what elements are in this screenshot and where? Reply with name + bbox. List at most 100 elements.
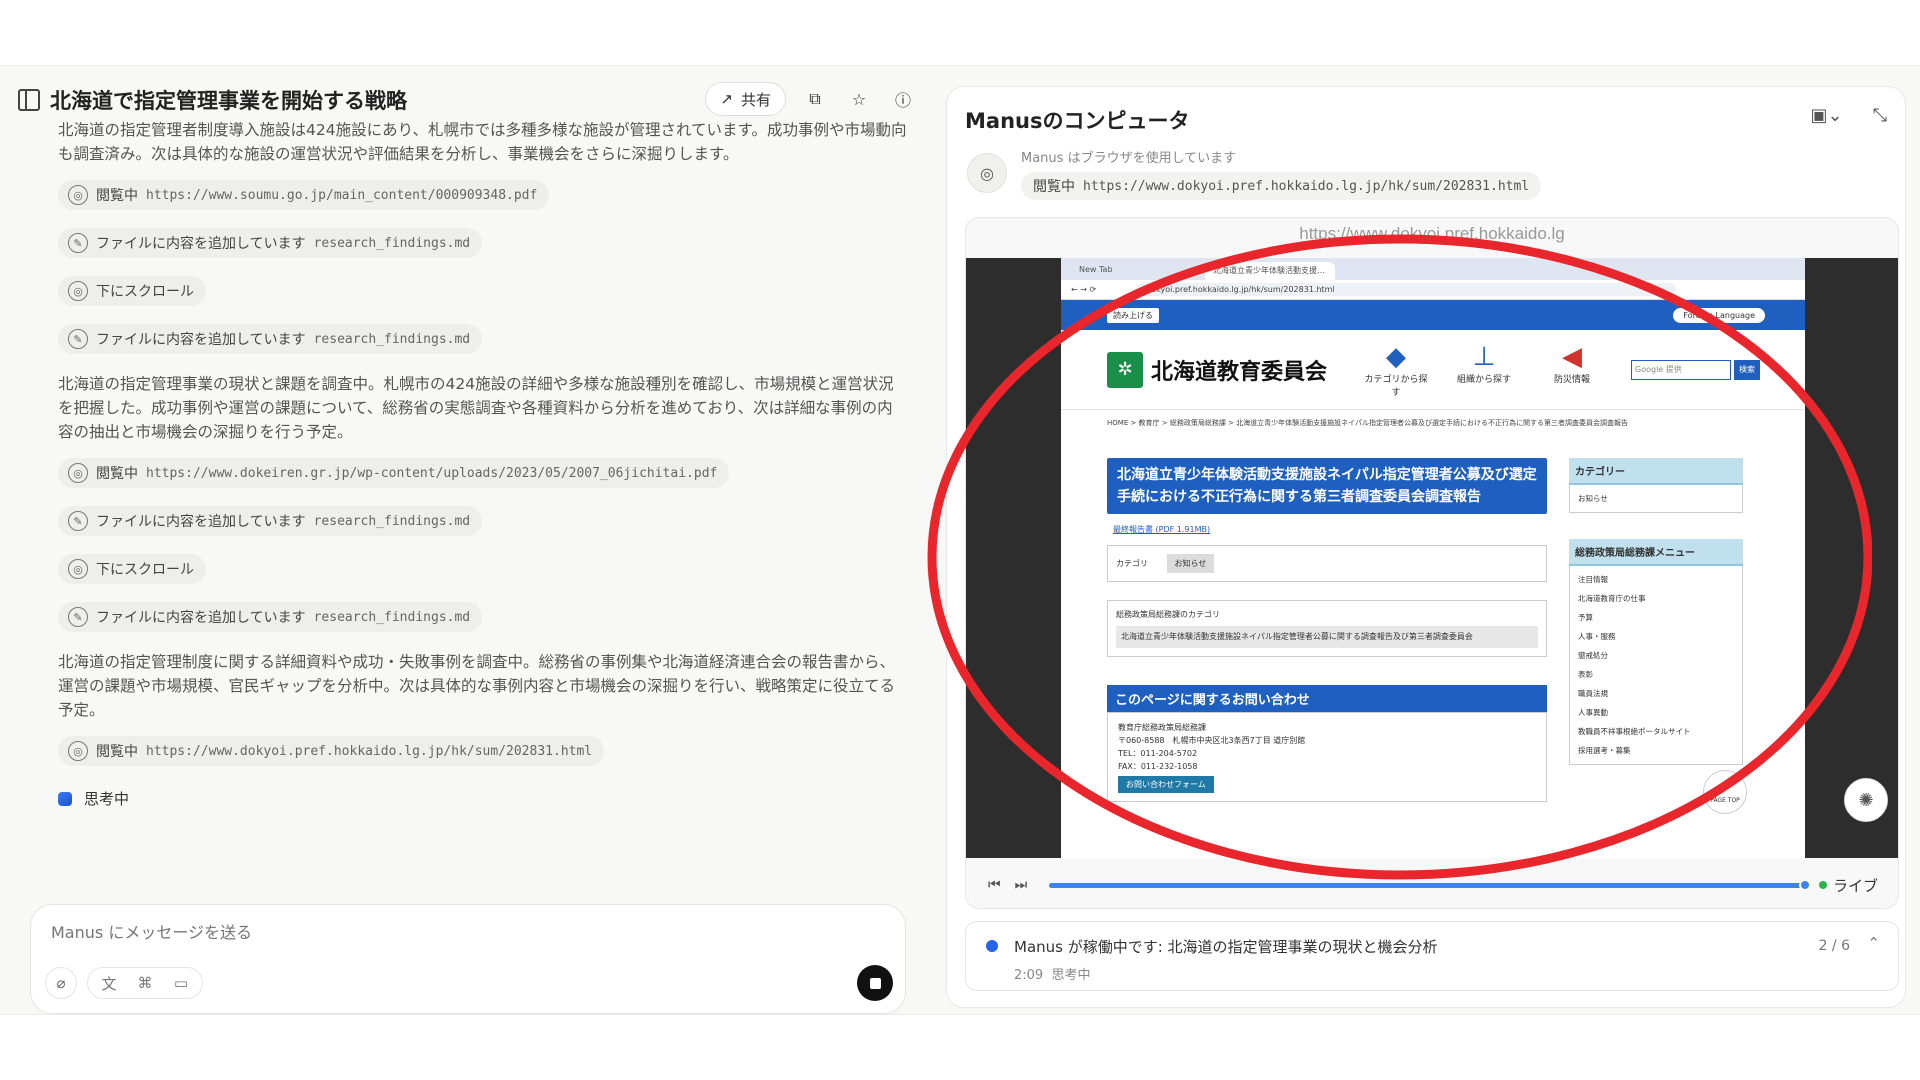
nav-arrows-icon[interactable]: ← → ⟳ xyxy=(1071,285,1096,294)
step-chip[interactable]: ✎ ファイルに内容を追加しています research_findings.md xyxy=(58,324,483,354)
side-menu-item[interactable]: 予算 xyxy=(1578,608,1734,627)
page-top-button[interactable]: PAGE TOP xyxy=(1703,770,1747,814)
site-main: 北海道立青少年体験活動支援施設ネイパル指定管理者公募及び選定手続における不正行為… xyxy=(1107,458,1547,802)
remote-screen: New Tab 北海道立青少年体験活動支援… ← → ⟳ dokyoi.pref… xyxy=(966,258,1898,858)
chat-panel: 北海道で指定管理事業を開始する戦略 ↗ 共有 ⧉ ☆ ⓘ 北海道の指定管理者制度… xyxy=(0,66,930,1016)
assistant-message: 北海道の指定管理者制度導入施設は424施設にあり、札幌市では多種多様な施設が管理… xyxy=(58,121,907,163)
step-chip[interactable]: ◎ 閲覧中 https://www.dokyoi.pref.hokkaido.lg.… xyxy=(58,736,605,766)
step-chip[interactable]: ✎ ファイルに内容を追加しています research_findings.md xyxy=(58,228,483,258)
side-menu-item[interactable]: 採用選考・募集 xyxy=(1578,741,1734,760)
read-aloud-button[interactable]: 読み上げる xyxy=(1107,307,1159,323)
nav-disaster[interactable]: ◀ 防災情報 xyxy=(1537,342,1607,398)
attach-icon[interactable]: ⌀ xyxy=(45,967,77,999)
collapse-icon[interactable]: ⤡ xyxy=(1873,105,1887,126)
monitor-icon[interactable]: ▣⌄ xyxy=(1811,105,1843,126)
side-category-list: お知らせ xyxy=(1569,485,1743,513)
site-sidebar: カテゴリー お知らせ 総務政策局総務課メニュー 注目情報 北海道教育庁の仕事 予… xyxy=(1569,458,1747,814)
sidebar-toggle-icon[interactable] xyxy=(18,89,40,111)
agent-activity: ◎ Manus はブラウザを使用しています 閲覧中 https://www.do… xyxy=(967,147,1542,200)
tool-group: 文 ⌘ ▭ xyxy=(87,967,203,999)
remote-browser: New Tab 北海道立青少年体験活動支援… ← → ⟳ dokyoi.pref… xyxy=(1061,258,1805,858)
header-actions: ↗ 共有 ⧉ ☆ ⓘ xyxy=(705,82,918,116)
edit-icon: ✎ xyxy=(68,329,88,349)
site-topbar: 読み上げる Foreign Language xyxy=(1061,300,1805,330)
hokkaido-logo-icon: ✲ xyxy=(1107,351,1143,388)
step-chip[interactable]: ✎ ファイルに内容を追加しています research_findings.md xyxy=(58,506,483,536)
star-icon[interactable]: ☆ xyxy=(844,84,874,114)
step-count: 2 / 6 xyxy=(1818,938,1850,954)
tab-active[interactable]: 北海道立青少年体験活動支援… xyxy=(1205,262,1335,280)
site-search-input[interactable]: Google 提供 xyxy=(1631,359,1732,380)
status-dot-icon xyxy=(986,940,998,952)
dept-category-item[interactable]: 北海道立青少年体験活動支援施設ネイパル指定管理者公募に関する調査報告及び第三者調… xyxy=(1116,626,1538,648)
contact-form-button[interactable]: お問い合わせフォーム xyxy=(1118,776,1214,793)
contact-info: 教育庁総務政策局総務課 〒060-8588 札幌市中央区北3条西7丁目 道庁別館… xyxy=(1107,712,1547,802)
side-menu-item[interactable]: 懲戒処分 xyxy=(1578,646,1734,665)
url-field[interactable]: dokyoi.pref.hokkaido.lg.jp/hk/sum/202831… xyxy=(1136,283,1677,296)
category-tag[interactable]: お知らせ xyxy=(1166,554,1215,573)
compass-icon: ◎ xyxy=(68,281,88,301)
site-search: Google 提供 検索 xyxy=(1631,359,1761,380)
app-window: 北海道で指定管理事業を開始する戦略 ↗ 共有 ⧉ ☆ ⓘ 北海道の指定管理者制度… xyxy=(0,65,1920,1015)
loading-icon[interactable]: ✺ xyxy=(1844,778,1888,822)
nav-organization[interactable]: ⊥ 組織から探す xyxy=(1449,342,1519,398)
foreign-language-button[interactable]: Foreign Language xyxy=(1673,307,1765,323)
skip-back-icon[interactable]: ⏮ xyxy=(988,877,1001,893)
side-category-title: カテゴリー xyxy=(1569,458,1743,485)
tab-new[interactable]: New Tab xyxy=(1071,262,1201,280)
chevron-up-icon[interactable]: ⌃ xyxy=(1867,934,1880,952)
pdf-link[interactable]: 最終報告書 (PDF 1.91MB) xyxy=(1113,524,1541,535)
status-text: Manus が稼働中です: 北海道の指定管理事業の現状と機会分析 xyxy=(1014,938,1438,956)
browser-viewer: https://www.dokyoi.pref.hokkaido.lg New … xyxy=(965,217,1899,909)
edit-icon: ✎ xyxy=(68,233,88,253)
apps-icon[interactable]: ⌘ xyxy=(130,974,160,992)
compass-icon: ◎ xyxy=(68,559,88,579)
chat-log: 北海道の指定管理者制度導入施設は424施設にあり、札幌市では多種多様な施設が管理… xyxy=(58,118,908,809)
side-menu-item[interactable]: 表彰 xyxy=(1578,665,1734,684)
site-nav: ◆ カテゴリから探す ⊥ 組織から探す ◀ 防災情報 xyxy=(1361,342,1607,398)
browse-chip[interactable]: 閲覧中 https://www.dokyoi.pref.hokkaido.lg.… xyxy=(1021,172,1542,200)
computer-title: Manusのコンピュータ xyxy=(965,109,1190,133)
playback-bar: ⏮ ⏭ ライブ xyxy=(966,862,1898,908)
megaphone-icon: ◀ xyxy=(1562,341,1583,372)
side-menu-item[interactable]: 人事異動 xyxy=(1578,703,1734,722)
copy-icon[interactable]: ⧉ xyxy=(800,84,830,114)
compass-icon: ◎ xyxy=(68,185,88,205)
side-menu-item[interactable]: 人事・服務 xyxy=(1578,627,1734,646)
compass-icon: ◎ xyxy=(68,463,88,483)
step-chip[interactable]: ◎ 閲覧中 https://www.dokeiren.gr.jp/wp-conten… xyxy=(58,458,730,488)
message-input[interactable] xyxy=(51,923,751,942)
slider-knob[interactable] xyxy=(1798,878,1811,891)
stop-icon xyxy=(869,977,881,989)
computer-actions: ▣⌄ ⤡ xyxy=(1811,105,1888,126)
live-dot-icon xyxy=(1818,881,1827,889)
site-name: 北海道教育委員会 xyxy=(1151,358,1328,384)
info-icon[interactable]: ⓘ xyxy=(888,84,918,114)
browser-tabs: New Tab 北海道立青少年体験活動支援… xyxy=(1061,258,1805,280)
share-button[interactable]: ↗ 共有 xyxy=(705,82,786,116)
step-chip[interactable]: ◎ 下にスクロール xyxy=(58,554,206,584)
share-icon: ↗ xyxy=(720,90,733,108)
step-chip[interactable]: ◎ 下にスクロール xyxy=(58,276,206,306)
live-indicator[interactable]: ライブ xyxy=(1818,875,1878,896)
composer-tools: ⌀ 文 ⌘ ▭ xyxy=(45,967,203,999)
stop-button[interactable] xyxy=(857,965,893,1001)
site-search-button[interactable]: 検索 xyxy=(1734,359,1761,380)
breadcrumb: HOME > 教育庁 > 総務政策局総務課 > 北海道立青少年体験活動支援施設ネ… xyxy=(1107,419,1629,427)
nav-category[interactable]: ◆ カテゴリから探す xyxy=(1361,342,1431,398)
step-chip[interactable]: ✎ ファイルに内容を追加しています research_findings.md xyxy=(58,602,483,632)
address-bar: ← → ⟳ dokyoi.pref.hokkaido.lg.jp/hk/sum/… xyxy=(1061,280,1805,300)
side-category-item[interactable]: お知らせ xyxy=(1578,489,1734,508)
side-menu-item[interactable]: 教職員不祥事根絶ポータルサイト xyxy=(1578,722,1734,741)
skip-forward-icon[interactable]: ⏭ xyxy=(1015,877,1028,893)
task-status-card[interactable]: Manus が稼働中です: 北海道の指定管理事業の現状と機会分析 2:09 思考… xyxy=(965,921,1899,991)
side-menu-item[interactable]: 北海道教育庁の仕事 xyxy=(1578,589,1734,608)
side-menu-item[interactable]: 注目情報 xyxy=(1578,570,1734,589)
step-chip[interactable]: ◎ 閲覧中 https://www.soumu.go.jp/main_content… xyxy=(58,180,550,210)
page-title: 北海道で指定管理事業を開始する戦略 xyxy=(50,89,407,113)
site-logo[interactable]: ✲ 北海道教育委員会 xyxy=(1107,351,1328,388)
side-menu-item[interactable]: 職員法規 xyxy=(1578,684,1734,703)
translate-icon[interactable]: 文 xyxy=(94,973,124,994)
playback-slider[interactable] xyxy=(1049,878,1811,891)
chat-icon[interactable]: ▭ xyxy=(166,974,196,992)
